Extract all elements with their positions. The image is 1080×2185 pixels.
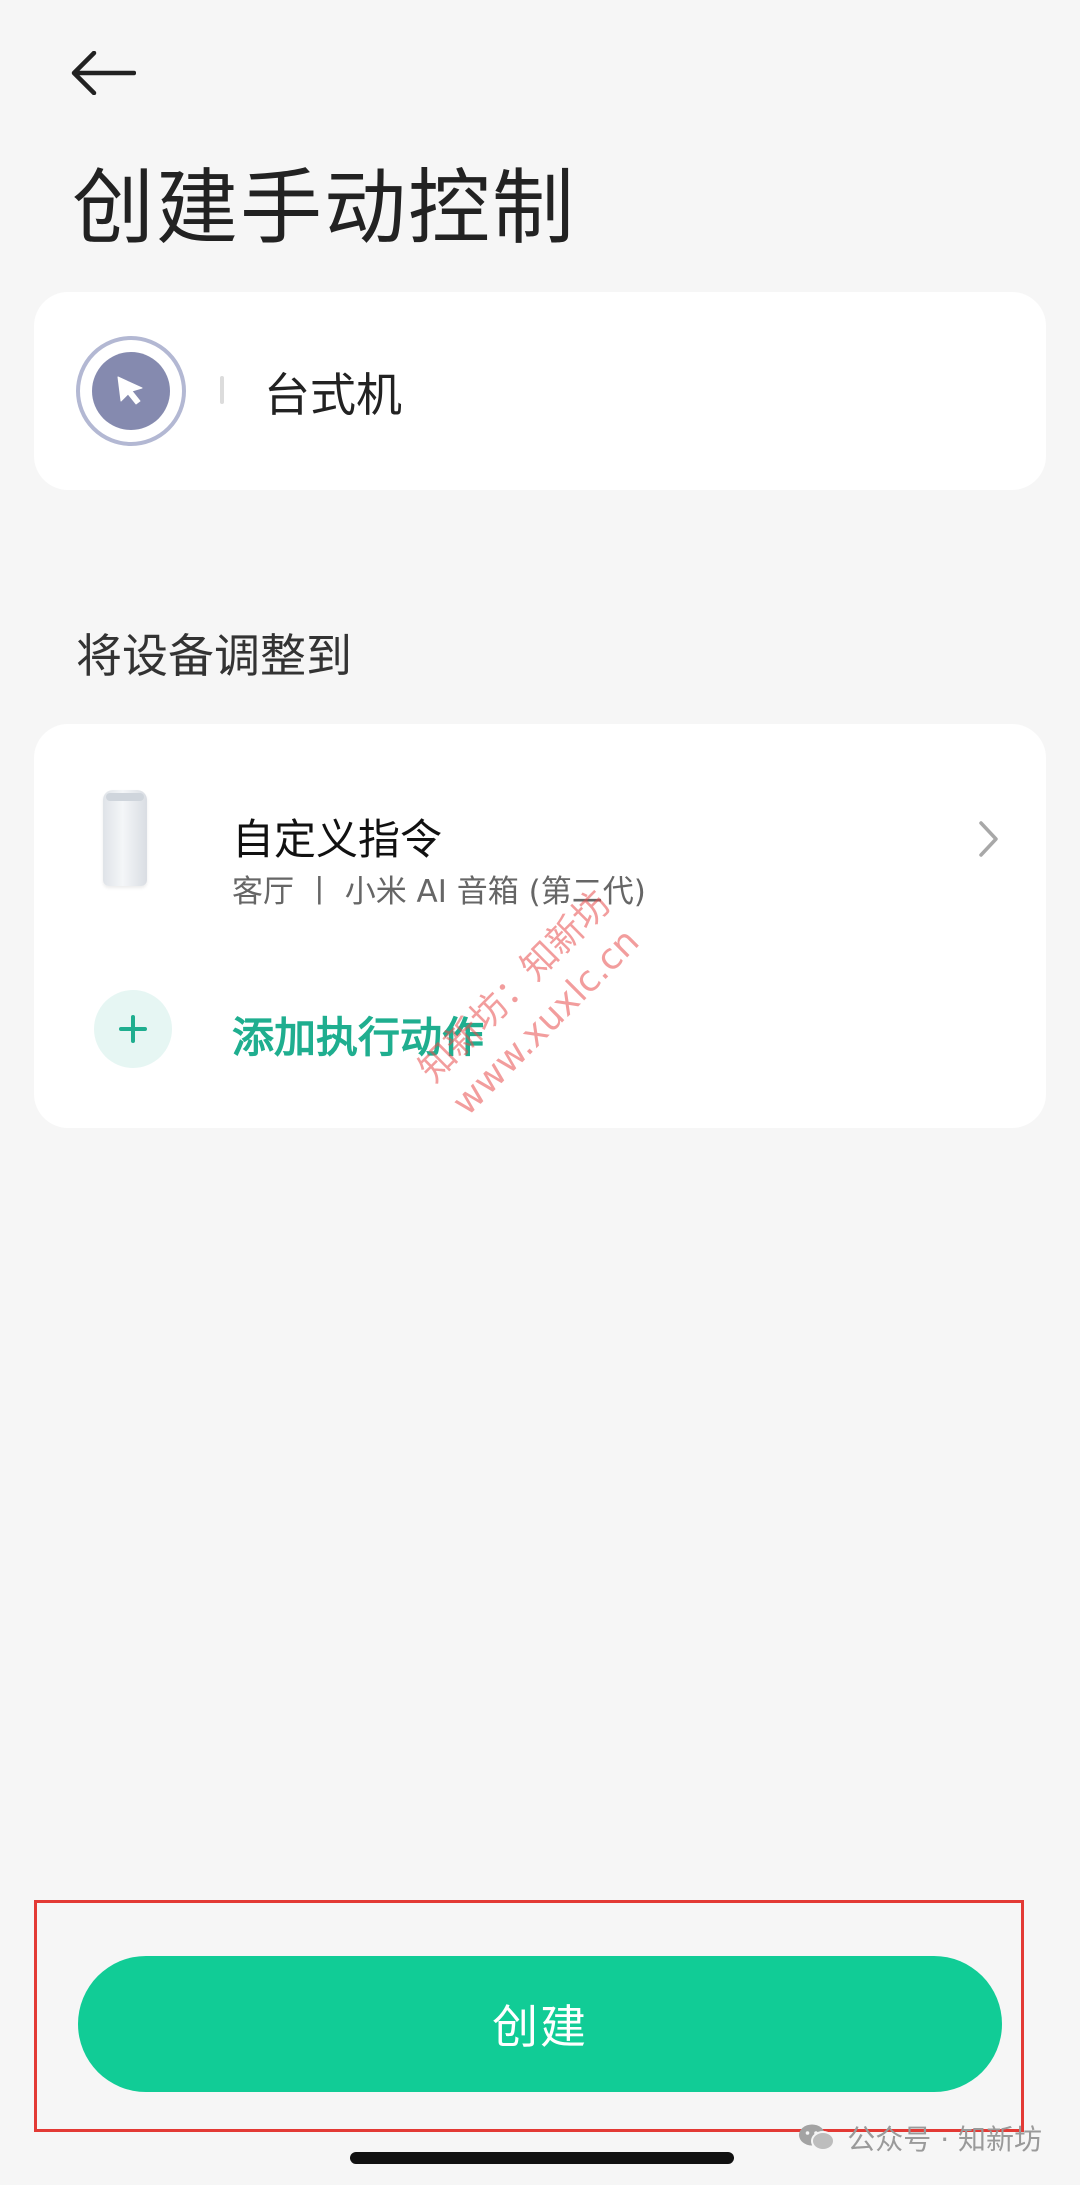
add-action-label: 添加执行动作: [232, 1013, 485, 1062]
plus-icon: [94, 990, 172, 1068]
home-indicator: [350, 2152, 734, 2164]
field-divider: [220, 376, 224, 404]
add-action-button[interactable]: 添加执行动作: [34, 974, 1046, 1084]
page-title: 创建手动控制: [72, 161, 577, 256]
wechat-icon: [799, 2124, 836, 2151]
section-heading: 将设备调整到: [76, 629, 352, 683]
source-tag: 公众号 · 知新坊: [797, 2118, 1042, 2158]
action-row-custom-command[interactable]: 自定义指令 客厅 丨 小米 AI 音箱 (第二代): [34, 764, 1046, 914]
chevron-right-icon: [979, 821, 998, 857]
actions-card: 自定义指令 客厅 丨 小米 AI 音箱 (第二代) 添加执行动作: [34, 724, 1046, 1128]
action-title: 自定义指令: [232, 815, 443, 864]
cursor-arrow-icon: [117, 376, 143, 405]
source-tag-text: 公众号 · 知新坊: [847, 2123, 1042, 2156]
smart-speaker-icon: [100, 790, 150, 890]
action-subtitle: 客厅 丨 小米 AI 音箱 (第二代): [232, 874, 646, 910]
scene-icon-picker[interactable]: [76, 336, 186, 446]
scene-name-card: [34, 292, 1046, 490]
back-button[interactable]: [70, 38, 150, 108]
create-button[interactable]: 创建: [78, 1956, 1002, 2092]
arrow-left-icon: [71, 51, 136, 95]
scene-name-input[interactable]: [264, 352, 1004, 432]
icon-badge: [92, 352, 170, 430]
